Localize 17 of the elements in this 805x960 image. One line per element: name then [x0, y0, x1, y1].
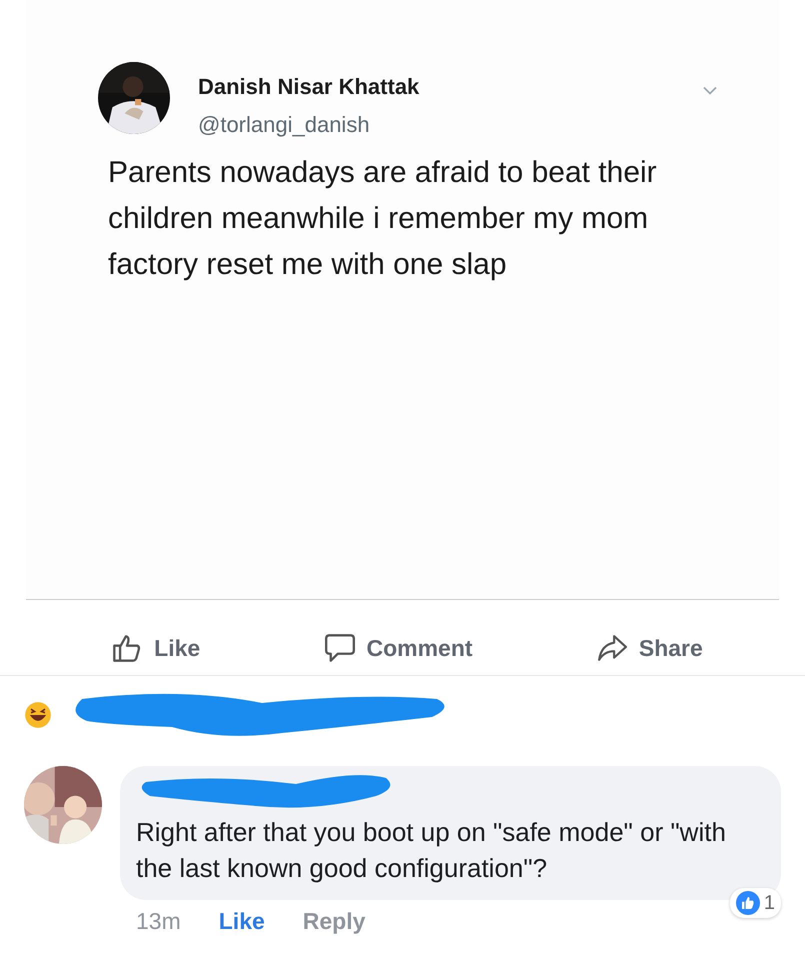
reply-link[interactable]: Reply [302, 908, 366, 935]
chevron-icon[interactable] [703, 86, 717, 95]
thumbs-up-icon [736, 891, 760, 915]
comment-text: Right after that you boot up on "safe mode" or "with the last known good configuration"? [136, 816, 727, 885]
share-arrow-icon [596, 633, 627, 663]
author-name: Danish Nisar Khattak [198, 74, 420, 100]
like-link[interactable]: Like [218, 908, 265, 935]
speech-bubble-icon [324, 633, 354, 663]
author-handle: @torlangi_danish [198, 112, 371, 138]
comment-time: 13m [136, 908, 181, 935]
thumbs-up-icon [112, 633, 142, 663]
reaction-count-badge[interactable]: 1 [730, 888, 781, 918]
laughing-emoji-icon [24, 701, 52, 729]
action-button[interactable]: Share [596, 630, 703, 666]
action-button[interactable]: Comment [324, 630, 473, 666]
tweet-text: Parents nowadays are afraid to beat their children meanwhile i remember my mom factory reset me with one slap [108, 155, 658, 283]
action-button[interactable]: Like [112, 630, 200, 666]
